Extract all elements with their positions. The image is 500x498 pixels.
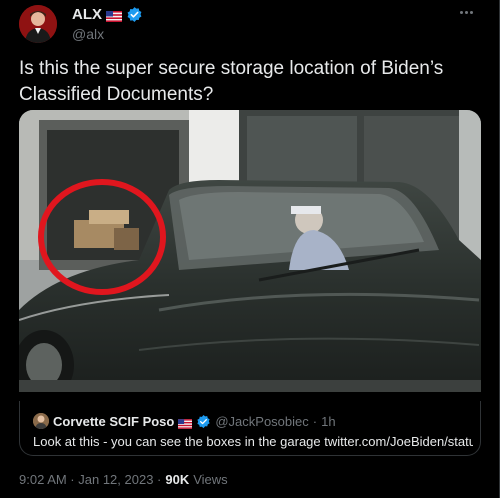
author-display-name[interactable]: ALX <box>72 6 102 23</box>
views-label: Views <box>193 472 228 487</box>
separator-dot: · <box>312 413 318 429</box>
verified-badge-icon <box>126 6 143 23</box>
us-flag-icon <box>106 9 122 22</box>
tweet-meta: 9:02 AM · Jan 12, 2023 · 90K Views <box>19 472 228 487</box>
verified-badge-icon <box>196 414 211 429</box>
tweet-card: ALX @alx Is this the super secure storag… <box>0 0 500 498</box>
tweet-timestamp[interactable]: 9:02 AM · Jan 12, 2023 · <box>19 472 161 487</box>
more-options-icon[interactable] <box>456 4 476 20</box>
us-flag-icon <box>178 416 193 429</box>
author-avatar[interactable] <box>19 5 57 43</box>
quoted-tweet-header: Corvette SCIF Poso @JackPosobiec · 1h <box>33 413 336 429</box>
quoted-author-avatar[interactable] <box>33 413 49 429</box>
tweet-text: Is this the super secure storage locatio… <box>19 58 444 105</box>
author-name-row: ALX <box>72 6 143 23</box>
quoted-tweet-time[interactable]: 1h <box>321 414 335 429</box>
quoted-author-name[interactable]: Corvette SCIF Poso <box>53 414 174 429</box>
quoted-author-handle[interactable]: @JackPosobiec <box>215 414 308 429</box>
views-count: 90K <box>165 472 190 487</box>
author-handle[interactable]: @alx <box>72 26 104 42</box>
quoted-tweet[interactable]: Corvette SCIF Poso @JackPosobiec · 1h Lo… <box>19 401 481 456</box>
quoted-tweet-text: Look at this - you can see the boxes in … <box>33 434 473 449</box>
tweet-media-image[interactable] <box>19 110 481 392</box>
